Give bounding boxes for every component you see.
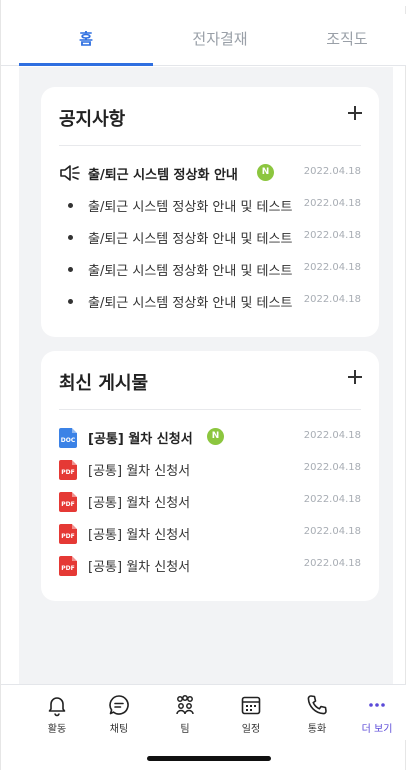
- tab-approval[interactable]: 전자결재: [153, 14, 287, 66]
- post-item-date: 2022.04.18: [303, 462, 361, 473]
- posts-add-button[interactable]: [343, 365, 367, 389]
- pdf-file-icon: PDF: [59, 460, 77, 480]
- recent-posts-card: 최신 게시물 DOC [공통] 월차 신청서 N 2022.04.18 PDF …: [41, 351, 379, 601]
- notice-item-date: 2022.04.18: [303, 294, 361, 305]
- notice-item[interactable]: 출/퇴근 시스템 정상화 안내 및 테스트 2022.04.18: [41, 289, 379, 313]
- post-item-date: 2022.04.18: [303, 526, 361, 537]
- post-item-date: 2022.04.18: [303, 558, 361, 569]
- notice-item-title: 출/퇴근 시스템 정상화 안내 및 테스트: [88, 232, 293, 247]
- notice-item-date: 2022.04.18: [303, 198, 361, 209]
- notice-item-title: 출/퇴근 시스템 정상화 안내 및 테스트: [88, 296, 293, 311]
- pdf-file-icon: PDF: [59, 556, 77, 576]
- nav-label: 통화: [307, 724, 327, 735]
- notice-item[interactable]: 출/퇴근 시스템 정상화 안내 및 테스트 2022.04.18: [41, 193, 379, 217]
- notice-item-title: 출/퇴근 시스템 정상화 안내 및 테스트: [88, 264, 293, 279]
- post-item-title: [공통] 월차 신청서: [88, 432, 193, 447]
- app-frame: 홈 전자결재 조직도 공지사항 출/퇴근 시스템 정상화 안내 N 2022.0…: [0, 0, 406, 770]
- tab-org-chart[interactable]: 조직도: [287, 14, 406, 66]
- nav-team[interactable]: 팀: [155, 693, 215, 739]
- home-indicator: [147, 756, 271, 761]
- notice-item-important[interactable]: 출/퇴근 시스템 정상화 안내 N 2022.04.18: [41, 161, 379, 185]
- nav-label: 채팅: [109, 724, 129, 735]
- pdf-file-icon: PDF: [59, 524, 77, 544]
- nav-label: 활동: [47, 724, 67, 735]
- bullet-icon: [68, 299, 73, 304]
- speaker-icon: [60, 165, 80, 181]
- new-badge: N: [207, 428, 224, 445]
- notice-item-date: 2022.04.18: [303, 166, 361, 177]
- new-badge: N: [257, 164, 274, 181]
- notice-item-date: 2022.04.18: [303, 230, 361, 241]
- notice-item[interactable]: 출/퇴근 시스템 정상화 안내 및 테스트 2022.04.18: [41, 225, 379, 249]
- bell-icon: [48, 697, 66, 717]
- nav-activity[interactable]: 활동: [27, 693, 87, 739]
- pdf-file-icon: PDF: [59, 492, 77, 512]
- phone-icon: [307, 695, 327, 715]
- notice-item-date: 2022.04.18: [303, 262, 361, 273]
- post-item[interactable]: DOC [공통] 월차 신청서 N 2022.04.18: [41, 425, 379, 449]
- bottom-nav-bar: 활동 채팅 팀 일정 통화 더 보기: [1, 684, 406, 740]
- tab-home[interactable]: 홈: [19, 14, 153, 66]
- doc-file-icon: DOC: [59, 428, 77, 448]
- nav-label: 팀: [180, 724, 190, 735]
- notice-title: 공지사항: [59, 109, 126, 130]
- posts-title: 최신 게시물: [59, 373, 149, 394]
- calendar-icon: [241, 696, 261, 715]
- chat-icon: [109, 695, 129, 715]
- post-item-title: [공통] 월차 신청서: [88, 464, 191, 479]
- notice-add-button[interactable]: [343, 101, 367, 125]
- nav-label: 더 보기: [361, 724, 393, 735]
- bullet-icon: [68, 267, 73, 272]
- nav-schedule[interactable]: 일정: [221, 693, 281, 739]
- post-item[interactable]: PDF [공통] 월차 신청서 2022.04.18: [41, 457, 379, 481]
- post-item[interactable]: PDF [공통] 월차 신청서 2022.04.18: [41, 553, 379, 577]
- bullet-icon: [68, 203, 73, 208]
- team-icon: [176, 695, 194, 715]
- more-icon: [369, 703, 385, 707]
- posts-divider: [59, 409, 361, 410]
- home-content[interactable]: 공지사항 출/퇴근 시스템 정상화 안내 N 2022.04.18 출/퇴근 시…: [19, 67, 393, 684]
- notice-item-title: 출/퇴근 시스템 정상화 안내 및 테스트: [88, 200, 293, 215]
- bullet-icon: [68, 235, 73, 240]
- post-item[interactable]: PDF [공통] 월차 신청서 2022.04.18: [41, 489, 379, 513]
- post-item-title: [공통] 월차 신청서: [88, 560, 191, 575]
- nav-call[interactable]: 통화: [287, 693, 347, 739]
- post-item-title: [공통] 월차 신청서: [88, 496, 191, 511]
- post-item-date: 2022.04.18: [303, 430, 361, 441]
- top-tab-bar: 홈 전자결재 조직도: [1, 14, 406, 66]
- notice-card: 공지사항 출/퇴근 시스템 정상화 안내 N 2022.04.18 출/퇴근 시…: [41, 87, 379, 337]
- active-tab-indicator: [19, 63, 153, 66]
- nav-more[interactable]: 더 보기: [347, 693, 406, 739]
- nav-chat[interactable]: 채팅: [89, 693, 149, 739]
- post-item-date: 2022.04.18: [303, 494, 361, 505]
- status-bar-area: [1, 0, 406, 6]
- post-item-title: [공통] 월차 신청서: [88, 528, 191, 543]
- post-item[interactable]: PDF [공통] 월차 신청서 2022.04.18: [41, 521, 379, 545]
- notice-divider: [59, 145, 361, 146]
- nav-label: 일정: [241, 724, 261, 735]
- notice-item[interactable]: 출/퇴근 시스템 정상화 안내 및 테스트 2022.04.18: [41, 257, 379, 281]
- notice-item-title: 출/퇴근 시스템 정상화 안내: [88, 168, 238, 183]
